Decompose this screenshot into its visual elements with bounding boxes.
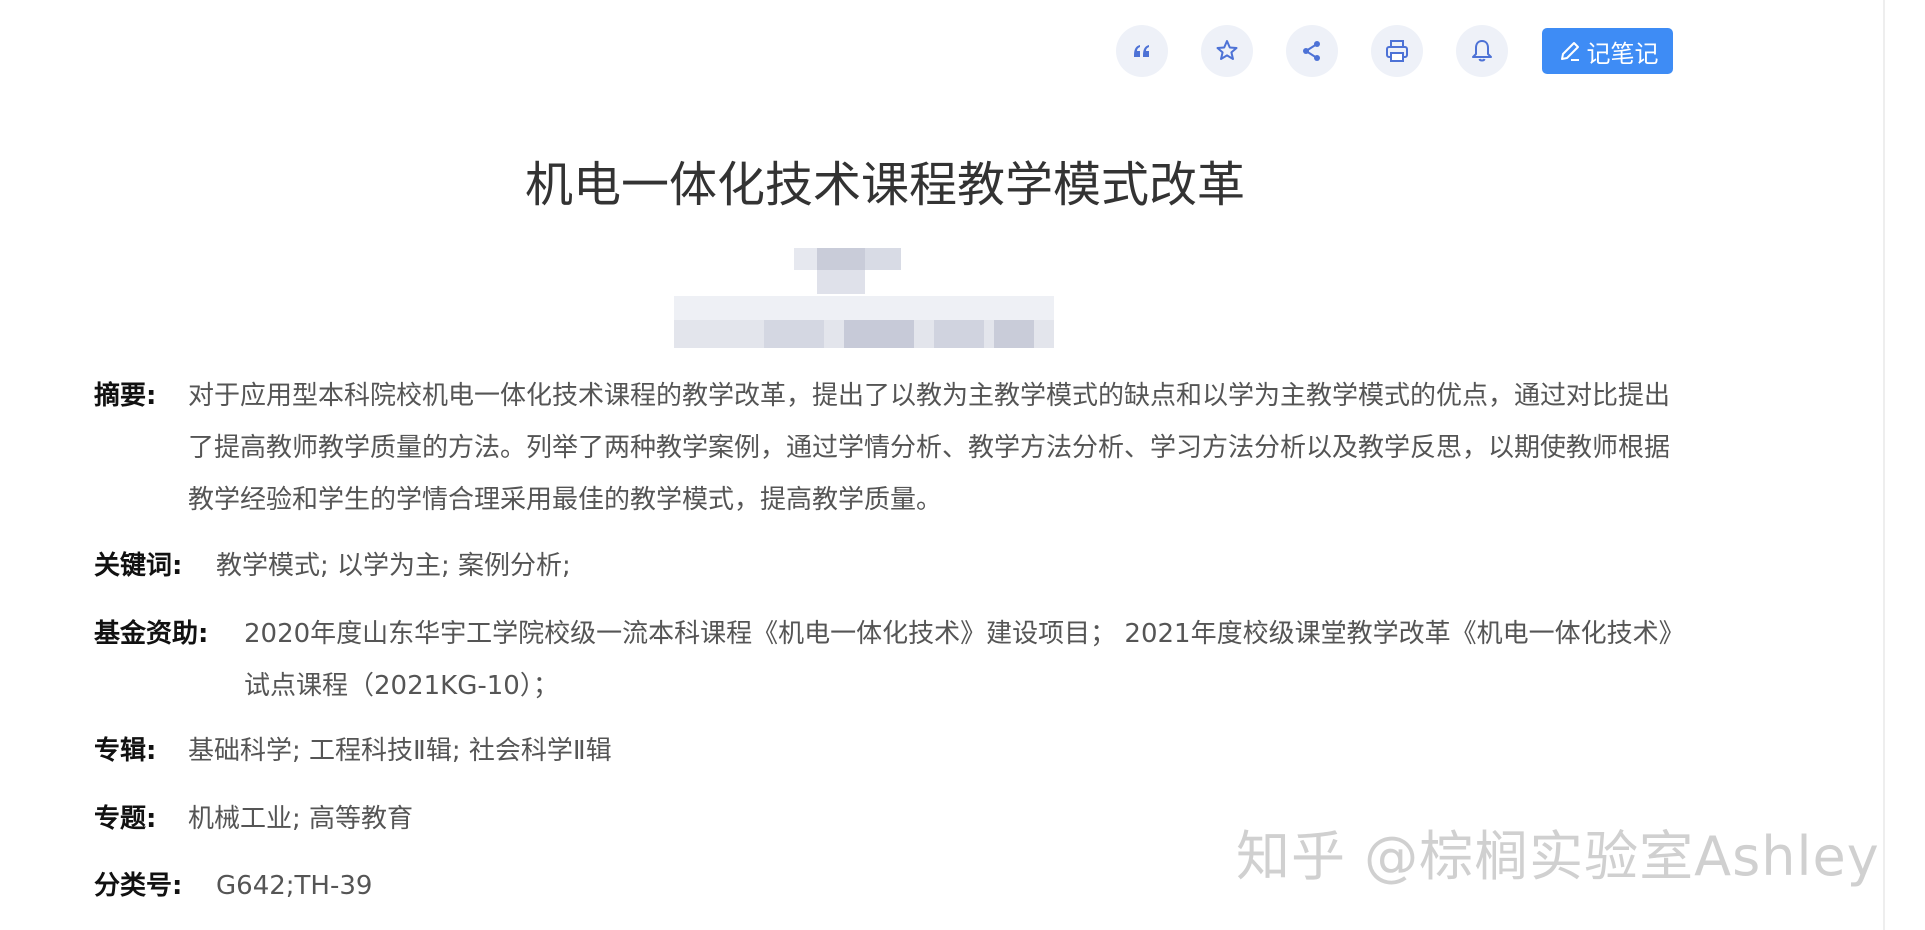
fund-text[interactable]: 2020年度山东华宇工学院校级一流本科课程《机电一体化技术》建设项目； 2021… xyxy=(244,608,1678,712)
album-label: 专辑: xyxy=(94,736,157,766)
keywords-list[interactable]: 教学模式; 以学为主; 案例分析; xyxy=(216,540,1678,592)
watermark: 知乎 @棕榈实验室Ashley xyxy=(1236,825,1880,888)
quote-icon xyxy=(1134,45,1149,57)
album-row: 专辑: 基础科学; 工程科技Ⅱ辑; 社会科学Ⅱ辑 xyxy=(94,725,1678,777)
abstract-text: 对于应用型本科院校机电一体化技术课程的教学改革，提出了以教为主教学模式的缺点和以… xyxy=(188,381,1671,515)
cite-button[interactable] xyxy=(1116,25,1168,77)
class-number-label: 分类号: xyxy=(94,871,183,901)
authors-redacted xyxy=(674,248,1054,348)
pencil-icon xyxy=(1560,42,1579,61)
keywords-row: 关键词: 教学模式; 以学为主; 案例分析; xyxy=(94,540,1678,592)
topic-label: 专题: xyxy=(94,804,157,834)
bell-icon xyxy=(1472,40,1492,62)
fund-row: 基金资助: 2020年度山东华宇工学院校级一流本科课程《机电一体化技术》建设项目… xyxy=(94,608,1678,712)
take-note-button[interactable]: 记笔记 xyxy=(1542,28,1673,74)
print-icon xyxy=(1386,40,1408,62)
share-icon xyxy=(1303,41,1320,61)
abstract-label: 摘要: xyxy=(94,381,157,411)
take-note-label: 记笔记 xyxy=(1586,39,1659,68)
abstract-row: 摘要: 对于应用型本科院校机电一体化技术课程的教学改革，提出了以教为主教学模式的… xyxy=(94,370,1678,526)
album-text: 基础科学; 工程科技Ⅱ辑; 社会科学Ⅱ辑 xyxy=(188,736,612,766)
star-icon xyxy=(1216,40,1238,60)
keywords-label: 关键词: xyxy=(94,551,183,581)
article-toolbar: 记笔记 xyxy=(1116,25,1673,77)
article-title: 机电一体化技术课程教学模式改革 xyxy=(524,157,1245,213)
print-button[interactable] xyxy=(1371,25,1423,77)
fund-label: 基金资助: xyxy=(94,619,209,649)
article-page: 记笔记 机电一体化技术课程教学模式改革 摘要: 对于应用型本科院校机电一体化技术… xyxy=(0,0,1925,930)
page-divider xyxy=(1883,0,1885,930)
favorite-button[interactable] xyxy=(1201,25,1253,77)
share-button[interactable] xyxy=(1286,25,1338,77)
subscribe-button[interactable] xyxy=(1456,25,1508,77)
